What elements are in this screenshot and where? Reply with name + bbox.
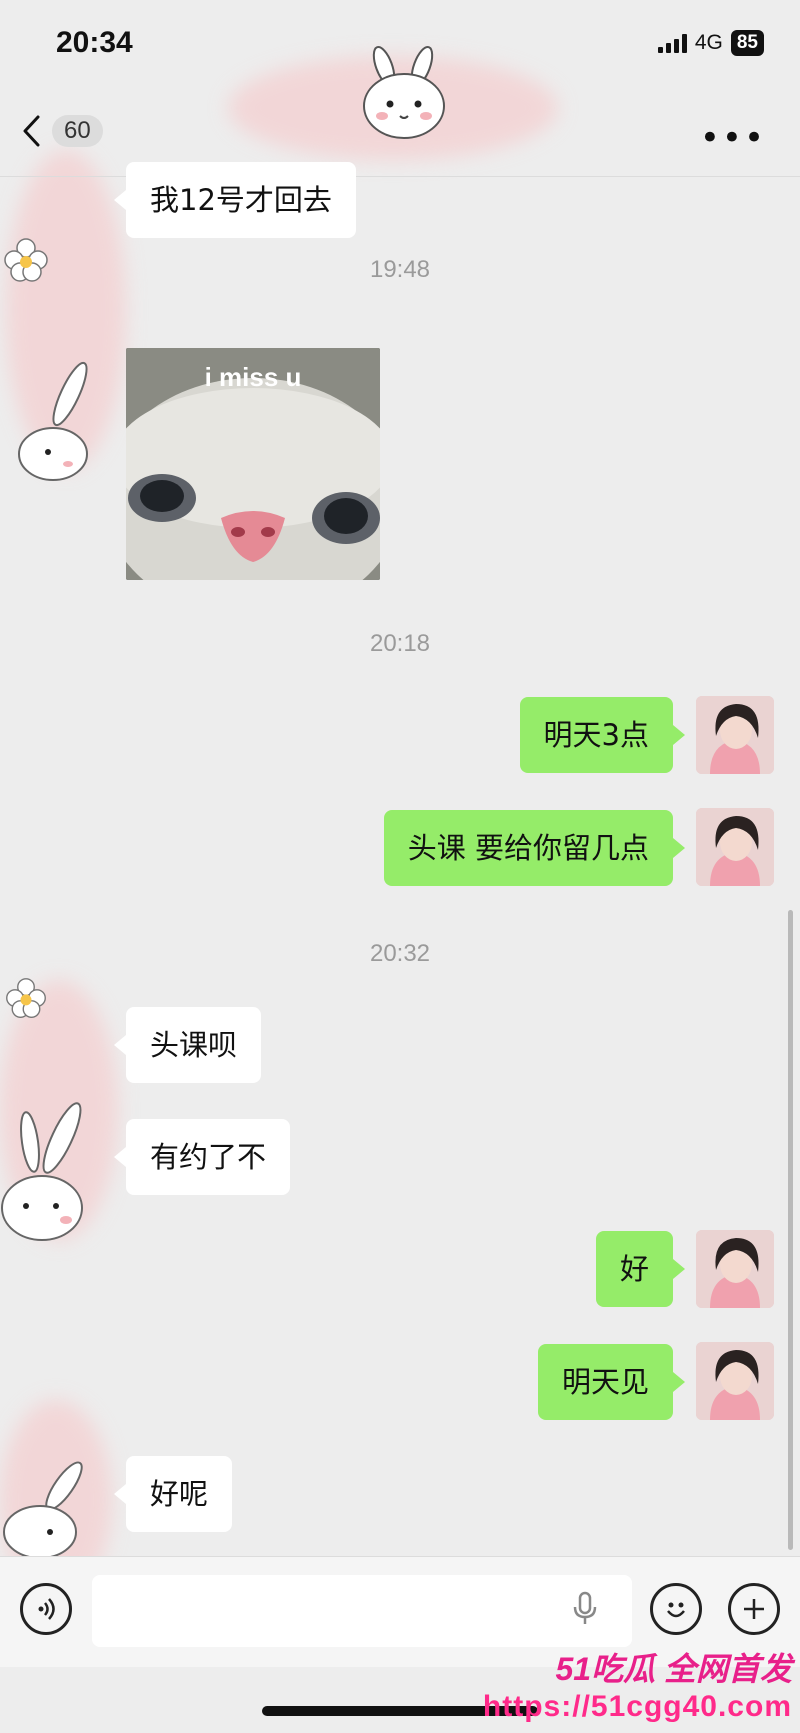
message-bubble-outgoing[interactable]: 明天3点 xyxy=(519,697,686,773)
avatar-photo xyxy=(696,808,774,886)
more-actions-button[interactable] xyxy=(728,1583,780,1635)
network-type: 4G xyxy=(694,31,723,54)
user-avatar[interactable] xyxy=(696,696,774,774)
user-avatar[interactable] xyxy=(696,1230,774,1308)
user-avatar[interactable] xyxy=(696,808,774,886)
message-input[interactable] xyxy=(92,1575,632,1647)
message-timestamp: 20:32 xyxy=(369,940,431,967)
bunny-avatar-icon xyxy=(1,1102,83,1241)
more-options-button[interactable]: ••• xyxy=(700,118,766,158)
status-bar: 20:34 4G 85 xyxy=(0,0,800,100)
bunny-avatar-icon xyxy=(3,1461,83,1559)
avatar-photo xyxy=(696,696,774,774)
status-indicators: 4G 85 xyxy=(657,30,764,56)
voice-wave-icon xyxy=(38,1598,55,1620)
message-bubble-incoming[interactable]: 头课呗 xyxy=(113,1007,262,1083)
unread-count-badge: 60 xyxy=(52,115,103,147)
smiley-icon xyxy=(667,1602,685,1618)
avatar-photo xyxy=(696,1342,774,1420)
message-timestamp: 19:48 xyxy=(369,256,431,283)
message-bubble-incoming[interactable]: 好呢 xyxy=(113,1456,233,1532)
emoji-button[interactable] xyxy=(650,1583,702,1635)
watermark-url: https://51cgg40.com xyxy=(482,1690,792,1723)
chat-header: 60 ••• xyxy=(0,100,800,177)
watermark-title: 51吃瓜 全网首发 xyxy=(555,1651,793,1687)
message-bubble-incoming[interactable]: 有约了不 xyxy=(113,1119,291,1195)
user-avatar[interactable] xyxy=(696,1342,774,1420)
sticker-caption: i miss u xyxy=(204,362,302,392)
scrollbar[interactable] xyxy=(788,910,793,1550)
voice-input-button[interactable] xyxy=(20,1583,72,1635)
message-bubble-outgoing[interactable]: 好 xyxy=(595,1231,686,1307)
sticker-image[interactable]: i miss u xyxy=(126,348,380,580)
status-time: 20:34 xyxy=(56,26,133,59)
message-timestamp: 20:18 xyxy=(369,630,431,657)
message-bubble-outgoing[interactable]: 头课 要给你留几点 xyxy=(383,810,686,886)
back-button[interactable]: 60 xyxy=(20,114,103,148)
chat-message-list[interactable]: 我12号才回去 19:48 i miss u 20:18 明天3点 头课 要给你… xyxy=(0,162,800,1559)
signal-icon xyxy=(657,33,687,53)
avatar-photo xyxy=(696,1230,774,1308)
plus-icon xyxy=(744,1599,764,1619)
watermark: 51吃瓜 全网首发 https://51cgg40.com xyxy=(483,1644,792,1724)
message-bubble-incoming[interactable]: 我12号才回去 xyxy=(114,162,356,238)
message-bubble-outgoing[interactable]: 明天见 xyxy=(537,1344,686,1420)
bunny-avatar-icon xyxy=(18,361,88,481)
battery-icon: 85 xyxy=(730,30,764,56)
chevron-left-icon xyxy=(23,115,40,147)
microphone-icon[interactable] xyxy=(572,1591,598,1627)
flower-icon xyxy=(6,978,46,1018)
